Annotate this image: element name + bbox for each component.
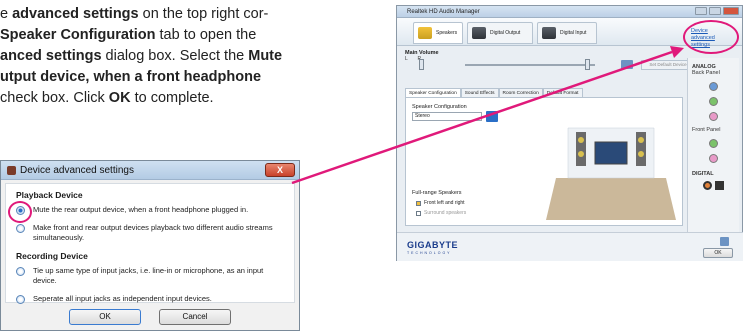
- jack-panel: ANALOG Back Panel Front Panel DIGITAL: [687, 58, 739, 254]
- dialog-close-button[interactable]: X: [265, 163, 295, 177]
- speaker-configuration-panel: Speaker Configuration Stereo Full-range …: [405, 97, 683, 226]
- device-advanced-settings-dialog: Device advanced settings X Playback Devi…: [0, 160, 300, 331]
- gigabyte-logo-sub: TECHNOLOGY: [407, 251, 452, 255]
- close-button[interactable]: [723, 7, 739, 15]
- ok-button[interactable]: OK: [69, 309, 141, 325]
- speaker-room-illustration: [546, 127, 676, 220]
- dialog-buttons: OK Cancel: [1, 309, 299, 325]
- window-controls: [695, 7, 739, 15]
- back-jack-green[interactable]: [709, 97, 718, 106]
- digital-heading: DIGITAL: [692, 171, 714, 177]
- tab-digital-input[interactable]: Digital Input: [537, 22, 597, 44]
- option-mute-rear[interactable]: Mute the rear output device, when a fron…: [16, 205, 284, 215]
- option-two-streams[interactable]: Make front and rear output devices playb…: [16, 223, 284, 243]
- front-jack-green[interactable]: [709, 139, 718, 148]
- digital-output-icon: [472, 27, 486, 39]
- manager-title: Realtek HD Audio Manager: [407, 9, 480, 15]
- manager-ok-button[interactable]: OK: [703, 248, 733, 258]
- mute-icon[interactable]: [621, 60, 633, 69]
- main-volume: Main Volume L R Set Default Device: [405, 50, 695, 78]
- fullrange-surround-checkbox[interactable]: [416, 210, 421, 216]
- balance-slider[interactable]: [419, 59, 424, 70]
- dialog-title-bar: Device advanced settings: [1, 161, 299, 180]
- option-tie-inputs[interactable]: Tie up same type of input jacks, i.e. li…: [16, 266, 284, 286]
- tab-speakers[interactable]: Speakers: [413, 22, 463, 44]
- separate-inputs-radio[interactable]: [16, 295, 25, 304]
- minimize-button[interactable]: [695, 7, 707, 15]
- dialog-title: Device advanced settings: [20, 164, 134, 176]
- realtek-icon: [7, 165, 16, 175]
- manager-footer: GIGABYTE TECHNOLOGY OK: [397, 232, 743, 261]
- volume-slider[interactable]: [585, 59, 590, 70]
- speaker-config-label: Speaker Configuration: [412, 104, 467, 110]
- back-jack-pink[interactable]: [709, 112, 718, 121]
- playback-device-heading: Playback Device: [16, 190, 83, 200]
- manager-title-bar: Realtek HD Audio Manager: [397, 6, 742, 18]
- instruction-text: e advanced settings on the top right cor…: [0, 6, 283, 106]
- speaker-config-select[interactable]: Stereo: [412, 112, 482, 121]
- option-separate-inputs[interactable]: Seperate all input jacks as independent …: [16, 294, 284, 304]
- gigabyte-logo: GIGABYTE: [407, 240, 459, 250]
- tab-digital-output[interactable]: Digital Output: [467, 22, 533, 44]
- highlight-circle: [683, 20, 739, 54]
- tie-inputs-radio[interactable]: [16, 267, 25, 276]
- two-streams-radio[interactable]: [16, 224, 25, 233]
- coaxial-jack-icon[interactable]: [703, 181, 712, 190]
- front-panel-label: Front Panel: [692, 127, 721, 133]
- realtek-audio-manager-window: Realtek HD Audio Manager Speakers Digita…: [396, 5, 743, 261]
- fullrange-front-checkbox[interactable]: [416, 200, 421, 206]
- back-jack-blue[interactable]: [709, 82, 718, 91]
- volume-track: [465, 64, 595, 66]
- info-icon[interactable]: [720, 237, 729, 246]
- digital-input-icon: [542, 27, 556, 39]
- highlight-circle: [8, 201, 32, 223]
- room-floor: [546, 178, 676, 220]
- fullrange-label: Full-range Speakers: [412, 190, 462, 196]
- optical-jack-icon[interactable]: [715, 181, 724, 190]
- maximize-button[interactable]: [709, 7, 721, 15]
- speakers-icon: [418, 27, 432, 39]
- play-icon[interactable]: [486, 111, 498, 122]
- monitor-icon: [594, 141, 628, 165]
- dialog-body: Playback Device Mute the rear output dev…: [5, 183, 295, 304]
- recording-device-heading: Recording Device: [16, 251, 88, 261]
- cancel-button[interactable]: Cancel: [159, 309, 231, 325]
- balance-left-label: L: [405, 56, 408, 62]
- fullrange-front-option[interactable]: Front left and right: [416, 200, 465, 206]
- back-panel-label: Back Panel: [692, 70, 720, 76]
- front-jack-pink[interactable]: [709, 154, 718, 163]
- fullrange-surround-option[interactable]: Surround speakers: [416, 210, 466, 216]
